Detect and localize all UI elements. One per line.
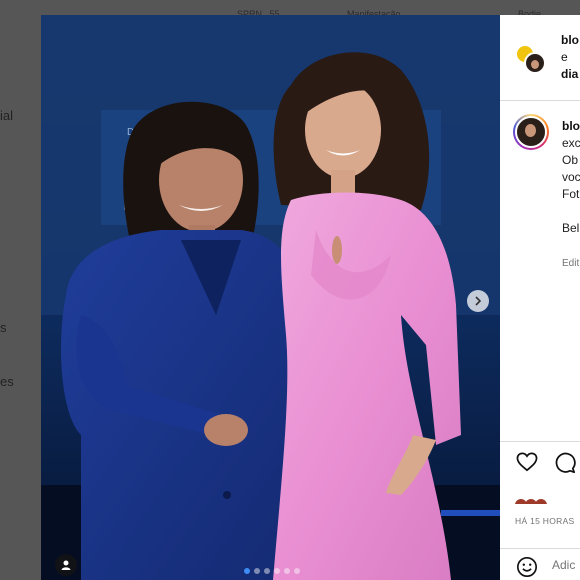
user-tag-button[interactable]	[55, 554, 77, 576]
carousel-dot	[244, 568, 250, 574]
carousel-next-button[interactable]	[467, 290, 489, 312]
chevron-right-icon	[475, 296, 482, 306]
caption-line: Ob	[562, 153, 579, 167]
author-conjunction: e	[561, 50, 568, 64]
collab-avatar[interactable]	[524, 52, 546, 74]
caption-edited-label: Edit	[562, 258, 580, 269]
post-modal: DE B	[41, 15, 580, 580]
comment-input[interactable]	[552, 552, 580, 578]
post-caption: blo exc Ob voc Fot Bel Edit	[500, 101, 580, 441]
caption-text: blo exc Ob voc Fot Bel	[562, 118, 580, 237]
caption-line: exc	[562, 136, 580, 150]
author-name[interactable]: blo	[561, 32, 580, 49]
post-actions: HÁ 15 HORAS	[500, 441, 580, 548]
post-timestamp[interactable]: HÁ 15 HORAS	[515, 516, 575, 526]
photo-illustration: DE B	[41, 15, 500, 580]
caption-username[interactable]: blo	[562, 118, 580, 135]
bg-sidebar-item: ial	[0, 108, 14, 123]
author-name[interactable]: dia	[561, 66, 580, 83]
carousel-dot	[284, 568, 290, 574]
carousel-dot	[274, 568, 280, 574]
liked-by-avatars[interactable]	[515, 498, 555, 504]
caption-line: Bel	[562, 221, 580, 235]
post-header: blo e dia	[500, 15, 580, 101]
post-authors[interactable]: blo e dia	[561, 32, 580, 83]
carousel-dot	[294, 568, 300, 574]
bg-sidebar-item: s	[0, 320, 7, 335]
heart-icon[interactable]	[516, 452, 538, 472]
add-comment-bar	[500, 548, 580, 580]
background-topnav: SPRN...55 Manifestação Bodie...	[0, 0, 580, 19]
bg-sidebar-item: es	[0, 374, 14, 389]
avatar[interactable]	[513, 114, 549, 150]
post-side-panel: blo e dia blo exc Ob voc Fot Bel Edit HÁ…	[500, 15, 580, 580]
user-tag-icon	[61, 560, 71, 570]
carousel-dot	[254, 568, 260, 574]
caption-line: voc	[562, 170, 580, 184]
carousel-dot	[264, 568, 270, 574]
caption-line: Fot	[562, 187, 580, 201]
comment-icon[interactable]	[554, 452, 576, 474]
carousel-indicator	[244, 568, 300, 574]
post-photo[interactable]: DE B	[41, 15, 500, 580]
emoji-icon[interactable]	[516, 556, 538, 578]
